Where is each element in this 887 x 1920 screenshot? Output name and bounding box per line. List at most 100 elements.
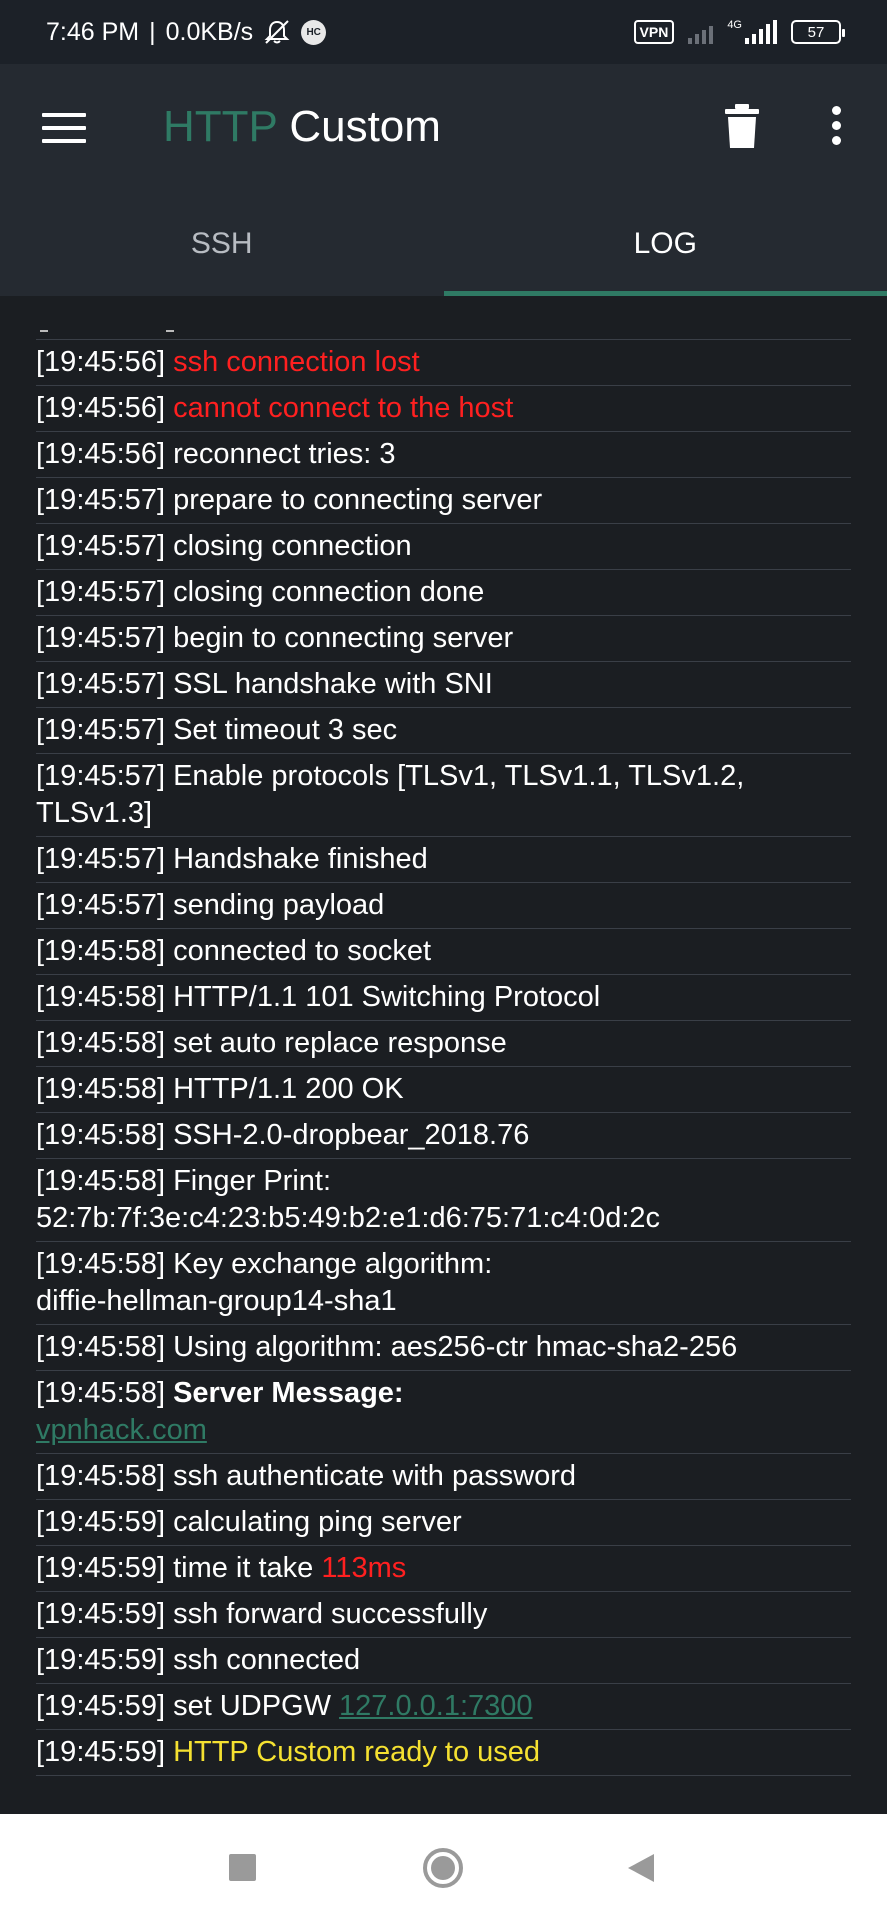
log-timestamp: [19:45:58] bbox=[36, 981, 165, 1013]
log-timestamp: [19:45:56] bbox=[36, 438, 165, 470]
log-message: SSL handshake with SNI bbox=[173, 668, 493, 700]
log-message: calculating ping server bbox=[173, 1506, 462, 1538]
log-entry: [19:45:58] Finger Print: 52:7b:7f:3e:c4:… bbox=[36, 1159, 851, 1242]
log-timestamp: [19:45:57] bbox=[36, 889, 165, 921]
status-right: VPN 4G 57 bbox=[633, 20, 845, 44]
log-timestamp: [19:45:58] bbox=[36, 1331, 165, 1363]
log-timestamp: [19:45:56] bbox=[36, 346, 165, 378]
log-entry: [19:45:58] set auto replace response bbox=[36, 1021, 851, 1067]
bell-muted-icon bbox=[264, 20, 290, 44]
log-divider bbox=[36, 296, 851, 340]
log-message: ssh authenticate with password bbox=[173, 1460, 577, 1492]
status-speed: 0.0KB/s bbox=[165, 17, 254, 46]
log-entry: [19:45:56] cannot connect to the host bbox=[36, 386, 851, 432]
log-entry: [19:45:56] ssh connection lost bbox=[36, 340, 851, 386]
log-entry: [19:45:59] ssh forward successfully bbox=[36, 1592, 851, 1638]
log-message: set auto replace response bbox=[173, 1027, 507, 1059]
log-timestamp: [19:45:58] bbox=[36, 1248, 165, 1280]
log-timestamp: [19:45:59] bbox=[36, 1506, 165, 1538]
log-message-bold: Server Message: bbox=[173, 1377, 404, 1409]
app-title-custom: Custom bbox=[289, 102, 441, 151]
log-message: time it take bbox=[173, 1552, 322, 1584]
log-entry: [19:45:58] HTTP/1.1 200 OK bbox=[36, 1067, 851, 1113]
log-timestamp: [19:45:56] bbox=[36, 392, 165, 424]
more-vert-icon[interactable] bbox=[826, 106, 846, 150]
status-bar: 7:46 PM | 0.0KB/s HC VPN 4G 57 bbox=[0, 0, 887, 64]
log-entry: [19:45:57] sending payload bbox=[36, 883, 851, 929]
signal-sim2-group: 4G bbox=[727, 20, 777, 44]
log-entry: [19:45:58] connected to socket bbox=[36, 929, 851, 975]
log-list[interactable]: [19:45:56] ssh connection lost [19:45:56]… bbox=[0, 296, 887, 1814]
log-timestamp: [19:45:58] bbox=[36, 1119, 165, 1151]
log-entry: [19:45:58] Using algorithm: aes256-ctr h… bbox=[36, 1325, 851, 1371]
log-timestamp: [19:45:57] bbox=[36, 484, 165, 516]
log-timestamp: [19:45:59] bbox=[36, 1552, 165, 1584]
log-message-link[interactable]: 127.0.0.1:7300 bbox=[339, 1690, 533, 1722]
log-timestamp: [19:45:58] bbox=[36, 1073, 165, 1105]
log-entry: [19:45:57] begin to connecting server bbox=[36, 616, 851, 662]
log-entry: [19:45:59] HTTP Custom ready to used bbox=[36, 1730, 851, 1776]
hc-badge-icon: HC bbox=[301, 19, 327, 45]
log-message: Set timeout 3 sec bbox=[173, 714, 398, 746]
log-timestamp: [19:45:59] bbox=[36, 1598, 165, 1630]
system-nav-bar bbox=[0, 1814, 887, 1920]
log-message: ssh forward successfully bbox=[173, 1598, 488, 1630]
battery-level: 57 bbox=[807, 23, 825, 41]
log-message-error: cannot connect to the host bbox=[173, 392, 514, 424]
tab-ssh[interactable]: SSH bbox=[0, 192, 444, 296]
log-message-link[interactable]: vpnhack.com bbox=[36, 1414, 207, 1446]
app-bar: HTTP Custom bbox=[0, 64, 887, 192]
network-type-label: 4G bbox=[727, 19, 742, 31]
log-timestamp: [19:45:57] bbox=[36, 714, 165, 746]
log-message: sending payload bbox=[173, 889, 385, 921]
status-left: 7:46 PM | 0.0KB/s HC bbox=[46, 17, 327, 47]
log-timestamp: [19:45:57] bbox=[36, 530, 165, 562]
trash-icon[interactable] bbox=[725, 104, 759, 148]
log-timestamp: [19:45:58] bbox=[36, 1377, 165, 1409]
log-timestamp: [19:45:58] bbox=[36, 935, 165, 967]
log-timestamp: [19:45:59] bbox=[36, 1644, 165, 1676]
log-entry: [19:45:57] prepare to connecting server bbox=[36, 478, 851, 524]
log-entry: [19:45:57] SSL handshake with SNI bbox=[36, 662, 851, 708]
tab-log[interactable]: LOG bbox=[443, 192, 887, 296]
log-timestamp: [19:45:57] bbox=[36, 760, 165, 792]
log-entry: [19:45:59] ssh connected bbox=[36, 1638, 851, 1684]
log-message: reconnect tries: 3 bbox=[173, 438, 396, 470]
log-message: closing connection done bbox=[173, 576, 485, 608]
status-time: 7:46 PM bbox=[46, 17, 140, 46]
log-entry: [19:45:59] calculating ping server bbox=[36, 1500, 851, 1546]
log-timestamp: [19:45:58] bbox=[36, 1460, 165, 1492]
log-entry: [19:45:58] HTTP/1.1 101 Switching Protoc… bbox=[36, 975, 851, 1021]
log-message: connected to socket bbox=[173, 935, 432, 967]
app-title: HTTP Custom bbox=[163, 102, 441, 152]
log-timestamp: [19:45:57] bbox=[36, 843, 165, 875]
status-separator: | bbox=[149, 17, 156, 46]
log-entry: [19:45:57] Handshake finished bbox=[36, 837, 851, 883]
log-message: prepare to connecting server bbox=[173, 484, 543, 516]
log-entry: [19:45:58] Server Message: vpnhack.com bbox=[36, 1371, 851, 1454]
log-message-error: 113ms bbox=[321, 1552, 407, 1584]
log-entry: [19:45:57] closing connection done bbox=[36, 570, 851, 616]
log-message: begin to connecting server bbox=[173, 622, 514, 654]
home-circle-icon[interactable] bbox=[423, 1848, 463, 1888]
log-entry: [19:45:59] time it take 113ms bbox=[36, 1546, 851, 1592]
log-entry: [19:45:57] Set timeout 3 sec bbox=[36, 708, 851, 754]
log-timestamp: [19:45:59] bbox=[36, 1736, 165, 1768]
log-entry: [19:45:58] SSH-2.0-dropbear_2018.76 bbox=[36, 1113, 851, 1159]
battery-icon: 57 bbox=[791, 20, 845, 44]
log-message: ssh connected bbox=[173, 1644, 361, 1676]
log-timestamp: [19:45:57] bbox=[36, 622, 165, 654]
log-message-ready: HTTP Custom ready to used bbox=[173, 1736, 541, 1768]
hamburger-menu-icon[interactable] bbox=[42, 113, 86, 143]
log-entry: [19:45:59] set UDPGW 127.0.0.1:7300 bbox=[36, 1684, 851, 1730]
signal-sim2-icon bbox=[745, 20, 777, 44]
recent-apps-square-icon[interactable] bbox=[229, 1854, 256, 1881]
log-timestamp: [19:45:59] bbox=[36, 1690, 165, 1722]
log-message: set UDPGW bbox=[173, 1690, 340, 1722]
log-entry: [19:45:57] closing connection bbox=[36, 524, 851, 570]
tab-bar: SSH LOG bbox=[0, 192, 887, 296]
log-timestamp: [19:45:57] bbox=[36, 576, 165, 608]
signal-sim1-icon bbox=[688, 20, 714, 44]
back-triangle-icon[interactable] bbox=[626, 1852, 656, 1884]
log-timestamp: [19:45:57] bbox=[36, 668, 165, 700]
